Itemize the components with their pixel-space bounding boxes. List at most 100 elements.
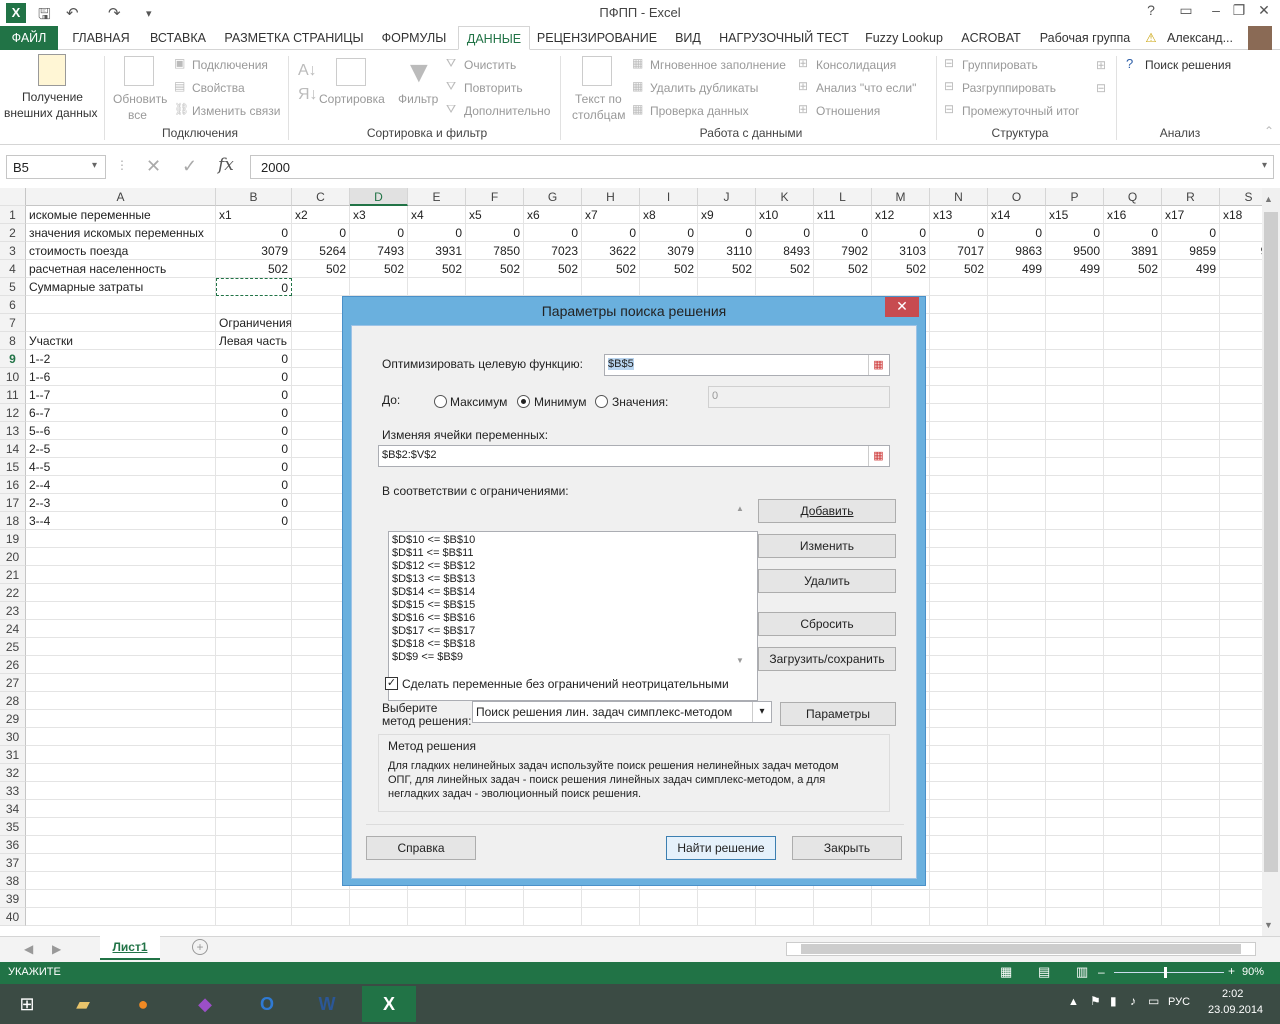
tab-load-test[interactable]: НАГРУЗОЧНЫЙ ТЕСТ bbox=[716, 26, 852, 50]
cell[interactable] bbox=[1104, 746, 1162, 764]
cell[interactable] bbox=[216, 746, 292, 764]
cell-J3[interactable]: 3110 bbox=[698, 242, 756, 260]
cell[interactable] bbox=[988, 800, 1046, 818]
cell[interactable] bbox=[930, 404, 988, 422]
cell[interactable] bbox=[1104, 566, 1162, 584]
cell[interactable] bbox=[930, 422, 988, 440]
cell[interactable] bbox=[216, 584, 292, 602]
redo-icon[interactable]: ↷ bbox=[108, 4, 121, 22]
cell[interactable] bbox=[814, 890, 872, 908]
cell[interactable] bbox=[292, 908, 350, 926]
cell[interactable] bbox=[216, 800, 292, 818]
add-sheet-icon[interactable]: + bbox=[192, 939, 208, 955]
add-button[interactable]: Добавить bbox=[758, 499, 896, 523]
cell[interactable] bbox=[1220, 296, 1262, 314]
row-header-31[interactable]: 31 bbox=[0, 746, 26, 764]
cell[interactable] bbox=[1220, 404, 1262, 422]
cell[interactable] bbox=[1046, 584, 1104, 602]
cell[interactable] bbox=[930, 692, 988, 710]
cell[interactable] bbox=[1162, 692, 1220, 710]
row-header-37[interactable]: 37 bbox=[0, 854, 26, 872]
row-header-23[interactable]: 23 bbox=[0, 602, 26, 620]
list-scroll-up-icon[interactable]: ▲ bbox=[736, 504, 744, 513]
cell[interactable] bbox=[930, 350, 988, 368]
cell-M4[interactable]: 502 bbox=[872, 260, 930, 278]
relationships-button[interactable]: Отношения bbox=[816, 104, 880, 118]
cell-B13[interactable]: 0 bbox=[216, 422, 292, 440]
cell[interactable] bbox=[1162, 872, 1220, 890]
row-header-22[interactable]: 22 bbox=[0, 584, 26, 602]
row-header-19[interactable]: 19 bbox=[0, 530, 26, 548]
cell[interactable] bbox=[756, 890, 814, 908]
firefox-icon[interactable]: ● bbox=[116, 986, 170, 1022]
refresh-label-2[interactable]: все bbox=[128, 108, 147, 122]
cell-R2[interactable]: 0 bbox=[1162, 224, 1220, 242]
cell[interactable] bbox=[930, 872, 988, 890]
cell[interactable] bbox=[1220, 584, 1262, 602]
cell[interactable] bbox=[1162, 476, 1220, 494]
row-header-21[interactable]: 21 bbox=[0, 566, 26, 584]
cell[interactable] bbox=[988, 512, 1046, 530]
cell[interactable] bbox=[216, 818, 292, 836]
row-header-24[interactable]: 24 bbox=[0, 620, 26, 638]
cell[interactable] bbox=[1162, 440, 1220, 458]
page-layout-view-icon[interactable]: ▤ bbox=[1038, 964, 1050, 980]
cell[interactable] bbox=[930, 890, 988, 908]
cell[interactable] bbox=[1220, 800, 1262, 818]
cell[interactable] bbox=[292, 278, 350, 296]
cell[interactable] bbox=[216, 890, 292, 908]
cell[interactable] bbox=[988, 566, 1046, 584]
cell[interactable] bbox=[216, 566, 292, 584]
cell[interactable] bbox=[1220, 494, 1262, 512]
row-header-29[interactable]: 29 bbox=[0, 710, 26, 728]
cell[interactable] bbox=[1162, 656, 1220, 674]
cell[interactable] bbox=[1104, 530, 1162, 548]
radio-min[interactable] bbox=[517, 395, 530, 408]
dialog-close-button[interactable]: ✕ bbox=[885, 297, 919, 317]
cell[interactable] bbox=[26, 710, 216, 728]
cell-N4[interactable]: 502 bbox=[930, 260, 988, 278]
cell[interactable] bbox=[1046, 818, 1104, 836]
constraint-item[interactable]: $D$16 <= $B$16 bbox=[392, 612, 754, 625]
cell[interactable] bbox=[466, 278, 524, 296]
cell[interactable] bbox=[1162, 314, 1220, 332]
cell[interactable] bbox=[1046, 440, 1104, 458]
cell-B17[interactable]: 0 bbox=[216, 494, 292, 512]
edit-links-button[interactable]: Изменить связи bbox=[192, 104, 280, 118]
cancel-icon[interactable]: ✕ bbox=[146, 156, 161, 177]
cell[interactable] bbox=[1104, 494, 1162, 512]
cell[interactable] bbox=[216, 638, 292, 656]
cell-B7[interactable]: Ограничения bbox=[216, 314, 292, 332]
cell[interactable] bbox=[1046, 350, 1104, 368]
cell-B14[interactable]: 0 bbox=[216, 440, 292, 458]
cell[interactable] bbox=[1104, 422, 1162, 440]
column-header-G[interactable]: G bbox=[524, 188, 582, 206]
changing-cells-input[interactable]: $B$2:$V$2 bbox=[378, 445, 890, 467]
language-indicator[interactable]: РУС bbox=[1168, 996, 1190, 1008]
cell[interactable] bbox=[26, 746, 216, 764]
cell-A11[interactable]: 1--7 bbox=[26, 386, 216, 404]
cell[interactable] bbox=[1104, 296, 1162, 314]
insert-function-icon[interactable]: fx bbox=[218, 155, 234, 175]
constraint-item[interactable]: $D$11 <= $B$11 bbox=[392, 547, 754, 560]
cell-L1[interactable]: x11 bbox=[814, 206, 872, 224]
cell[interactable] bbox=[988, 548, 1046, 566]
radio-value-label[interactable]: Значения: bbox=[612, 395, 668, 409]
cell[interactable] bbox=[1162, 638, 1220, 656]
cell-D4[interactable]: 502 bbox=[350, 260, 408, 278]
cell-S1[interactable]: x18 bbox=[1220, 206, 1262, 224]
row-header-14[interactable]: 14 bbox=[0, 440, 26, 458]
cell[interactable] bbox=[930, 674, 988, 692]
cell[interactable] bbox=[1046, 638, 1104, 656]
row-header-5[interactable]: 5 bbox=[0, 278, 26, 296]
cell[interactable] bbox=[1162, 584, 1220, 602]
list-scroll-down-icon[interactable]: ▼ bbox=[736, 656, 744, 665]
cell[interactable] bbox=[1046, 908, 1104, 926]
cell-E4[interactable]: 502 bbox=[408, 260, 466, 278]
cell[interactable] bbox=[1046, 764, 1104, 782]
cell-R1[interactable]: x17 bbox=[1162, 206, 1220, 224]
cell[interactable] bbox=[1104, 764, 1162, 782]
cell[interactable] bbox=[1046, 800, 1104, 818]
row-header-20[interactable]: 20 bbox=[0, 548, 26, 566]
zoom-slider[interactable] bbox=[1114, 972, 1224, 973]
